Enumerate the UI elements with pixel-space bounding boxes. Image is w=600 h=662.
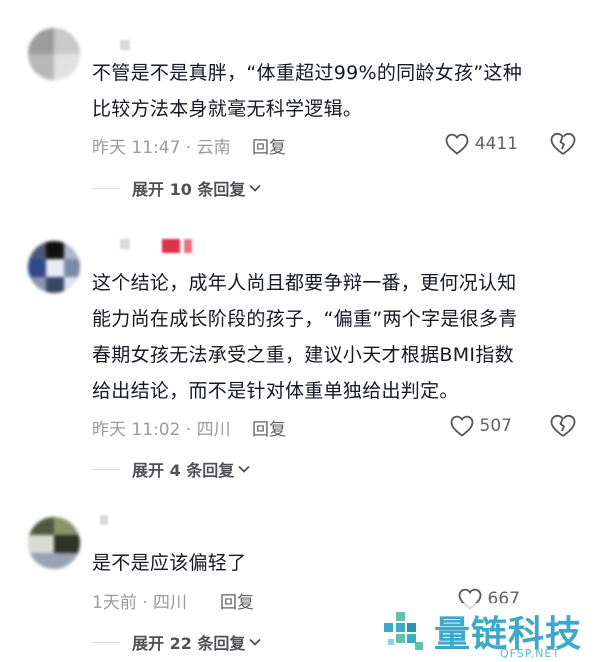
like-button[interactable]: 507 (450, 415, 512, 437)
reply-button[interactable]: 回复 (252, 133, 286, 158)
like-count: 4411 (474, 134, 518, 154)
comment-text: 不管是不是真胖，“体重超过99%的同龄女孩”这种 比较方法本身就毫无科学逻辑。 (92, 62, 523, 120)
username-blurred[interactable] (92, 239, 212, 253)
avatar[interactable] (28, 517, 80, 569)
watermark: 量链科技 QFSP.NET (378, 603, 600, 662)
username-blurred[interactable] (92, 40, 152, 54)
comment-meta: 1天前 · 四川 回复 (92, 588, 392, 613)
chevron-down-icon (249, 184, 262, 192)
heart-outline-icon (445, 133, 469, 155)
expand-replies-label: 展开 4 条回复 (132, 461, 235, 480)
comment-time-location: 1天前 · 四川 (92, 592, 188, 613)
expand-replies-button[interactable]: 展开 10 条回复 (92, 176, 262, 200)
watermark-subtitle: QFSP.NET (500, 647, 561, 660)
divider-line (92, 187, 120, 189)
comment-2: 这个结论，成年人尚且都要争辩一番，更何况认知 能力尚在成长阶段的孩子，“偏重”两… (0, 205, 600, 495)
chevron-down-icon (249, 638, 262, 646)
reply-button[interactable]: 回复 (252, 415, 286, 440)
comment-1: 不管是不是真胖，“体重超过99%的同龄女孩”这种 比较方法本身就毫无科学逻辑。 … (0, 0, 600, 205)
like-count: 507 (479, 416, 512, 436)
comment-meta: 昨天 11:47 · 云南 回复 (92, 133, 392, 158)
expand-replies-button[interactable]: 展开 4 条回复 (92, 457, 250, 481)
expand-replies-button[interactable]: 展开 22 条回复 (92, 630, 262, 654)
like-button[interactable]: 4411 (445, 133, 518, 155)
divider-line (92, 468, 120, 470)
avatar[interactable] (28, 241, 80, 293)
comment-time-location: 昨天 11:02 · 四川 (92, 419, 231, 440)
comment-text: 这个结论，成年人尚且都要争辩一番，更何况认知 能力尚在成长阶段的孩子，“偏重”两… (92, 272, 518, 402)
comment-time-location: 昨天 11:47 · 云南 (92, 137, 231, 158)
broken-heart-icon (550, 132, 576, 155)
expand-replies-label: 展开 10 条回复 (132, 180, 246, 199)
username-blurred[interactable] (92, 515, 152, 529)
comment-meta: 昨天 11:02 · 四川 回复 (92, 415, 392, 440)
watermark-logo-icon (384, 612, 423, 650)
heart-outline-icon (450, 415, 473, 437)
comment-text: 是不是应该偏轻了 (92, 552, 247, 574)
broken-heart-icon (550, 414, 576, 437)
avatar[interactable] (28, 28, 80, 80)
dislike-button[interactable] (550, 414, 576, 442)
expand-replies-label: 展开 22 条回复 (132, 634, 246, 653)
chevron-down-icon (238, 465, 250, 473)
reply-button[interactable]: 回复 (220, 588, 254, 613)
dislike-button[interactable] (550, 132, 576, 160)
divider-line (92, 641, 120, 643)
